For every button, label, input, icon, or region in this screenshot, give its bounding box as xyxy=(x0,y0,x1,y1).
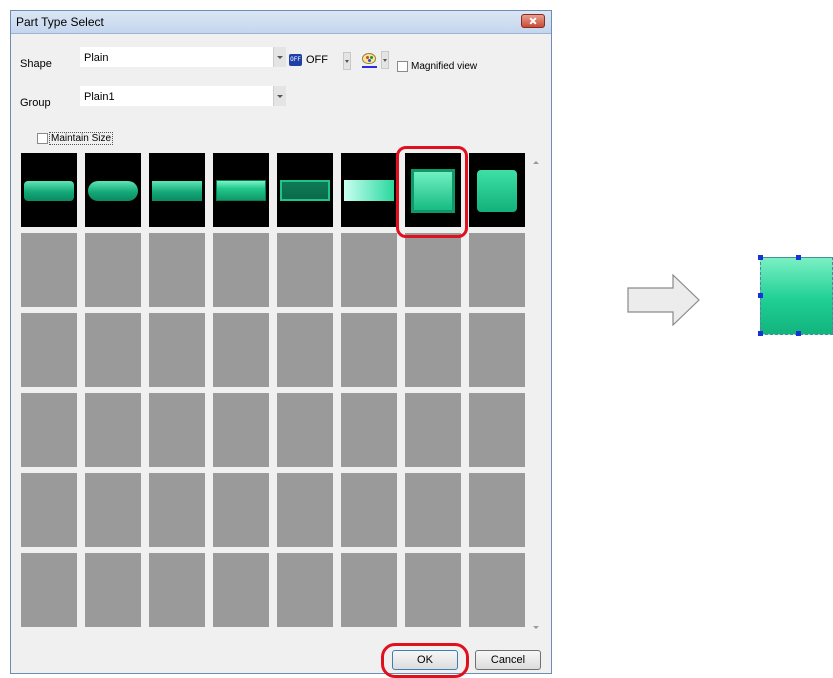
shape-value: Plain xyxy=(84,52,109,64)
part-preview xyxy=(24,181,74,201)
empty-cell[interactable] xyxy=(341,473,397,547)
chevron-down-icon[interactable] xyxy=(273,47,286,67)
placed-part-preview[interactable] xyxy=(758,255,833,336)
right-arrow-icon xyxy=(627,274,700,326)
empty-cell[interactable] xyxy=(405,233,461,307)
palette-icon xyxy=(362,53,376,64)
off-state-icon: OFF xyxy=(289,54,302,66)
off-state-button[interactable]: OFF OFF xyxy=(289,51,349,71)
shape-label: Shape xyxy=(20,58,52,70)
empty-cell[interactable] xyxy=(213,313,269,387)
part-preview xyxy=(152,181,202,201)
color-palette-button[interactable] xyxy=(359,50,381,70)
resize-handle[interactable] xyxy=(796,331,801,336)
off-state-dropdown[interactable] xyxy=(343,52,351,70)
close-button[interactable] xyxy=(521,14,545,28)
part-cell[interactable] xyxy=(149,153,205,227)
empty-cell[interactable] xyxy=(213,393,269,467)
empty-cell[interactable] xyxy=(341,393,397,467)
empty-cell[interactable] xyxy=(21,313,77,387)
scroll-down-icon[interactable] xyxy=(533,626,539,629)
empty-cell[interactable] xyxy=(469,553,525,627)
empty-cell[interactable] xyxy=(85,233,141,307)
scroll-up-icon[interactable] xyxy=(533,161,539,164)
part-preview xyxy=(280,180,330,201)
empty-cell[interactable] xyxy=(85,473,141,547)
empty-cell[interactable] xyxy=(405,393,461,467)
empty-cell[interactable] xyxy=(21,233,77,307)
part-preview xyxy=(216,180,266,201)
palette-underline xyxy=(362,66,377,68)
empty-cell[interactable] xyxy=(469,313,525,387)
empty-cell[interactable] xyxy=(277,233,333,307)
part-cell[interactable] xyxy=(21,153,77,227)
resize-handle[interactable] xyxy=(758,293,763,298)
part-cell[interactable] xyxy=(85,153,141,227)
empty-cell[interactable] xyxy=(277,313,333,387)
empty-cell[interactable] xyxy=(149,473,205,547)
empty-cell[interactable] xyxy=(405,313,461,387)
title-bar[interactable]: Part Type Select xyxy=(11,11,551,34)
selection-highlight xyxy=(396,146,468,238)
empty-cell[interactable] xyxy=(149,233,205,307)
chevron-down-icon[interactable] xyxy=(273,86,286,106)
empty-cell[interactable] xyxy=(469,393,525,467)
part-preview xyxy=(344,180,394,201)
palette-dropdown[interactable] xyxy=(381,51,389,69)
empty-cell[interactable] xyxy=(341,313,397,387)
resize-handle[interactable] xyxy=(758,331,763,336)
part-type-select-dialog: Part Type Select Shape Plain OFF OFF Mag… xyxy=(10,10,552,678)
group-value: Plain1 xyxy=(84,91,115,103)
off-state-label: OFF xyxy=(306,54,328,66)
resize-handle[interactable] xyxy=(758,255,763,260)
vertical-scrollbar[interactable] xyxy=(529,153,544,635)
part-preview xyxy=(477,170,517,212)
empty-cell[interactable] xyxy=(277,393,333,467)
empty-cell[interactable] xyxy=(277,553,333,627)
part-cell[interactable] xyxy=(277,153,333,227)
part-cell[interactable] xyxy=(213,153,269,227)
maintain-size-checkbox[interactable] xyxy=(37,133,48,144)
resize-handle[interactable] xyxy=(796,255,801,260)
part-cell[interactable] xyxy=(341,153,397,227)
shape-combobox[interactable]: Plain xyxy=(79,46,287,68)
magnified-view-label: Magnified view xyxy=(411,61,478,72)
empty-cell[interactable] xyxy=(21,473,77,547)
empty-cell[interactable] xyxy=(213,553,269,627)
empty-cell[interactable] xyxy=(341,233,397,307)
ok-highlight xyxy=(381,643,469,678)
part-cell[interactable] xyxy=(469,153,525,227)
empty-cell[interactable] xyxy=(149,553,205,627)
empty-cell[interactable] xyxy=(85,553,141,627)
magnified-view-checkbox[interactable] xyxy=(397,61,408,72)
empty-cell[interactable] xyxy=(405,473,461,547)
empty-cell[interactable] xyxy=(149,313,205,387)
empty-cell[interactable] xyxy=(85,393,141,467)
maintain-size-label: Maintain Size xyxy=(49,132,114,145)
empty-cell[interactable] xyxy=(341,553,397,627)
empty-cell[interactable] xyxy=(149,393,205,467)
empty-cell[interactable] xyxy=(21,553,77,627)
part-preview xyxy=(88,181,138,201)
group-combobox[interactable]: Plain1 xyxy=(79,85,287,107)
empty-cell[interactable] xyxy=(469,233,525,307)
group-label: Group xyxy=(20,97,51,109)
dialog-title: Part Type Select xyxy=(16,15,104,29)
empty-cell[interactable] xyxy=(213,473,269,547)
empty-cell[interactable] xyxy=(85,313,141,387)
empty-cell[interactable] xyxy=(21,393,77,467)
cancel-button[interactable]: Cancel xyxy=(475,650,541,670)
empty-cell[interactable] xyxy=(405,553,461,627)
empty-cell[interactable] xyxy=(213,233,269,307)
empty-cell[interactable] xyxy=(469,473,525,547)
empty-cell[interactable] xyxy=(277,473,333,547)
